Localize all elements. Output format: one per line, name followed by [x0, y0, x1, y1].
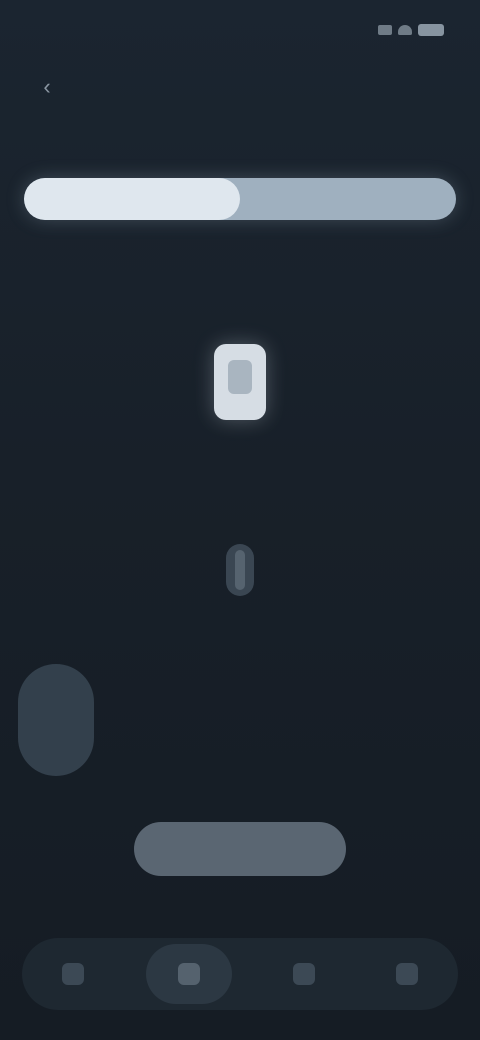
- day-item[interactable]: [179, 672, 241, 768]
- nav-item-profile[interactable]: [377, 944, 437, 1004]
- top-bar: ‹: [0, 62, 480, 112]
- profile-icon: [395, 963, 418, 985]
- calendar-icon: [177, 963, 200, 985]
- day-picker: [18, 660, 462, 780]
- home-icon: [62, 963, 85, 985]
- day-item[interactable]: [253, 672, 315, 768]
- chart-icon: [293, 963, 316, 985]
- status-bar: [0, 0, 480, 60]
- day-item[interactable]: [400, 672, 462, 768]
- nav-item-chart[interactable]: [274, 944, 334, 1004]
- progress-fill: [24, 178, 240, 220]
- progress-bar: [24, 178, 456, 220]
- nav-item-calendar[interactable]: [145, 944, 232, 1004]
- hero-section: [0, 330, 480, 470]
- primary-button[interactable]: [134, 822, 346, 876]
- wifi-icon: [398, 25, 412, 35]
- back-arrow-icon: ‹: [43, 74, 51, 99]
- day-item[interactable]: [18, 664, 94, 776]
- mid-row: [0, 530, 480, 610]
- phone-icon: [214, 344, 266, 420]
- day-item[interactable]: [106, 672, 168, 768]
- back-button[interactable]: ‹: [28, 68, 66, 106]
- microphone-icon[interactable]: [226, 544, 254, 596]
- nav-item-home[interactable]: [43, 944, 103, 1004]
- day-item[interactable]: [326, 672, 388, 768]
- signal-icon: [378, 25, 392, 35]
- battery-icon: [418, 24, 444, 36]
- bottom-nav: [22, 938, 458, 1010]
- status-icons: [378, 24, 444, 36]
